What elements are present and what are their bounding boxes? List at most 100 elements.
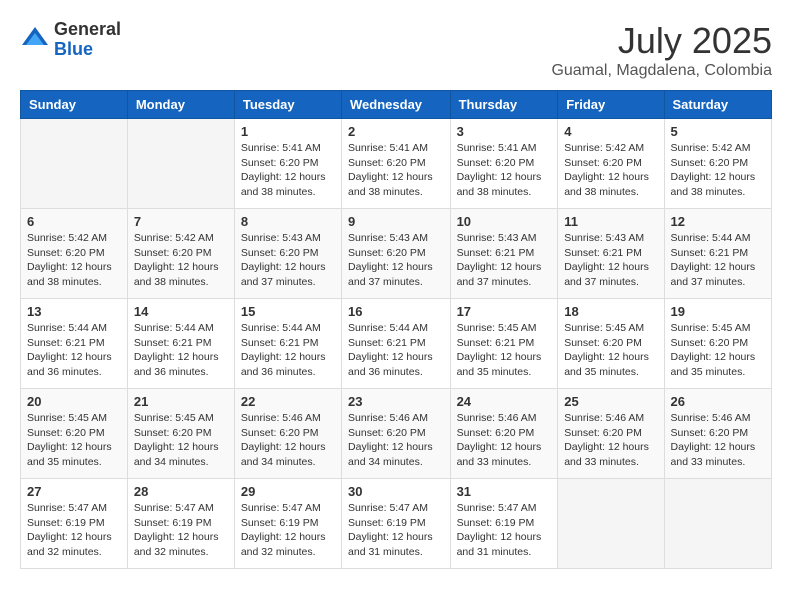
calendar-cell: 15 Sunrise: 5:44 AM Sunset: 6:21 PM Dayli… bbox=[234, 299, 341, 389]
calendar-cell: 30Sunrise: 5:47 AM Sunset: 6:19 PM Dayli… bbox=[342, 479, 451, 569]
day-info: Sunrise: 5:43 AM Sunset: 6:21 PM Dayligh… bbox=[564, 231, 657, 290]
day-number: 26 bbox=[671, 394, 765, 409]
day-info: Sunrise: 5:44 AM Sunset: 6:21 PM Dayligh… bbox=[671, 231, 765, 290]
weekday-header: Friday bbox=[558, 91, 664, 119]
calendar-cell: 2 Sunrise: 5:41 AM Sunset: 6:20 PM Daylig… bbox=[342, 119, 451, 209]
week-row: 27Sunrise: 5:47 AM Sunset: 6:19 PM Dayli… bbox=[21, 479, 772, 569]
day-info: Sunrise: 5:46 AM Sunset: 6:20 PM Dayligh… bbox=[348, 411, 444, 470]
calendar-cell: 21 Sunrise: 5:45 AM Sunset: 6:20 PM Dayli… bbox=[127, 389, 234, 479]
day-info: Sunrise: 5:42 AM Sunset: 6:20 PM Dayligh… bbox=[671, 141, 765, 200]
day-number: 10 bbox=[457, 214, 552, 229]
day-info: Sunrise: 5:45 AM Sunset: 6:20 PM Dayligh… bbox=[134, 411, 228, 470]
day-info: Sunrise: 5:47 AM Sunset: 6:19 PM Dayligh… bbox=[241, 501, 335, 560]
day-number: 16 bbox=[348, 304, 444, 319]
day-number: 22 bbox=[241, 394, 335, 409]
day-number: 1 bbox=[241, 124, 335, 139]
calendar-cell: 5 Sunrise: 5:42 AM Sunset: 6:20 PM Daylig… bbox=[664, 119, 771, 209]
day-info: Sunrise: 5:45 AM Sunset: 6:21 PM Dayligh… bbox=[457, 321, 552, 380]
week-row: 1 Sunrise: 5:41 AM Sunset: 6:20 PM Daylig… bbox=[21, 119, 772, 209]
calendar-cell: 19Sunrise: 5:45 AM Sunset: 6:20 PM Dayli… bbox=[664, 299, 771, 389]
day-info: Sunrise: 5:45 AM Sunset: 6:20 PM Dayligh… bbox=[564, 321, 657, 380]
day-number: 2 bbox=[348, 124, 444, 139]
day-number: 20 bbox=[27, 394, 121, 409]
calendar-cell: 25 Sunrise: 5:46 AM Sunset: 6:20 PM Dayli… bbox=[558, 389, 664, 479]
calendar-cell: 9 Sunrise: 5:43 AM Sunset: 6:20 PM Daylig… bbox=[342, 209, 451, 299]
day-info: Sunrise: 5:46 AM Sunset: 6:20 PM Dayligh… bbox=[457, 411, 552, 470]
day-info: Sunrise: 5:41 AM Sunset: 6:20 PM Dayligh… bbox=[241, 141, 335, 200]
location-title: Guamal, Magdalena, Colombia bbox=[551, 62, 772, 80]
calendar-cell: 12 Sunrise: 5:44 AM Sunset: 6:21 PM Dayli… bbox=[664, 209, 771, 299]
logo-general: General bbox=[54, 20, 121, 40]
day-info: Sunrise: 5:47 AM Sunset: 6:19 PM Dayligh… bbox=[27, 501, 121, 560]
calendar-cell: 27Sunrise: 5:47 AM Sunset: 6:19 PM Dayli… bbox=[21, 479, 128, 569]
day-number: 4 bbox=[564, 124, 657, 139]
day-number: 24 bbox=[457, 394, 552, 409]
weekday-header: Monday bbox=[127, 91, 234, 119]
day-info: Sunrise: 5:42 AM Sunset: 6:20 PM Dayligh… bbox=[27, 231, 121, 290]
day-info: Sunrise: 5:44 AM Sunset: 6:21 PM Dayligh… bbox=[134, 321, 228, 380]
day-info: Sunrise: 5:45 AM Sunset: 6:20 PM Dayligh… bbox=[27, 411, 121, 470]
calendar-cell: 23 Sunrise: 5:46 AM Sunset: 6:20 PM Dayli… bbox=[342, 389, 451, 479]
calendar-cell: 24 Sunrise: 5:46 AM Sunset: 6:20 PM Dayli… bbox=[450, 389, 558, 479]
weekday-header: Thursday bbox=[450, 91, 558, 119]
day-number: 11 bbox=[564, 214, 657, 229]
calendar-cell: 3Sunrise: 5:41 AM Sunset: 6:20 PM Daylig… bbox=[450, 119, 558, 209]
day-number: 21 bbox=[134, 394, 228, 409]
weekday-header: Tuesday bbox=[234, 91, 341, 119]
day-number: 28 bbox=[134, 484, 228, 499]
day-number: 5 bbox=[671, 124, 765, 139]
calendar-cell: 31Sunrise: 5:47 AM Sunset: 6:19 PM Dayli… bbox=[450, 479, 558, 569]
calendar-cell: 20 Sunrise: 5:45 AM Sunset: 6:20 PM Dayli… bbox=[21, 389, 128, 479]
calendar-cell: 18 Sunrise: 5:45 AM Sunset: 6:20 PM Dayli… bbox=[558, 299, 664, 389]
day-number: 17 bbox=[457, 304, 552, 319]
logo-icon bbox=[20, 25, 50, 55]
logo-blue: Blue bbox=[54, 40, 121, 60]
calendar-cell: 22 Sunrise: 5:46 AM Sunset: 6:20 PM Dayli… bbox=[234, 389, 341, 479]
day-number: 23 bbox=[348, 394, 444, 409]
calendar-table: SundayMondayTuesdayWednesdayThursdayFrid… bbox=[20, 90, 772, 569]
day-info: Sunrise: 5:41 AM Sunset: 6:20 PM Dayligh… bbox=[348, 141, 444, 200]
calendar-cell: 1 Sunrise: 5:41 AM Sunset: 6:20 PM Daylig… bbox=[234, 119, 341, 209]
day-number: 25 bbox=[564, 394, 657, 409]
day-info: Sunrise: 5:44 AM Sunset: 6:21 PM Dayligh… bbox=[27, 321, 121, 380]
day-info: Sunrise: 5:42 AM Sunset: 6:20 PM Dayligh… bbox=[564, 141, 657, 200]
day-number: 18 bbox=[564, 304, 657, 319]
day-number: 13 bbox=[27, 304, 121, 319]
calendar-cell: 11 Sunrise: 5:43 AM Sunset: 6:21 PM Dayli… bbox=[558, 209, 664, 299]
day-number: 8 bbox=[241, 214, 335, 229]
calendar-cell: 10 Sunrise: 5:43 AM Sunset: 6:21 PM Dayli… bbox=[450, 209, 558, 299]
day-info: Sunrise: 5:43 AM Sunset: 6:20 PM Dayligh… bbox=[241, 231, 335, 290]
calendar-cell: 28Sunrise: 5:47 AM Sunset: 6:19 PM Dayli… bbox=[127, 479, 234, 569]
day-number: 12 bbox=[671, 214, 765, 229]
day-info: Sunrise: 5:46 AM Sunset: 6:20 PM Dayligh… bbox=[671, 411, 765, 470]
day-number: 31 bbox=[457, 484, 552, 499]
weekday-header: Sunday bbox=[21, 91, 128, 119]
weekday-header-row: SundayMondayTuesdayWednesdayThursdayFrid… bbox=[21, 91, 772, 119]
calendar-cell bbox=[558, 479, 664, 569]
day-number: 15 bbox=[241, 304, 335, 319]
day-number: 7 bbox=[134, 214, 228, 229]
day-number: 29 bbox=[241, 484, 335, 499]
week-row: 13 Sunrise: 5:44 AM Sunset: 6:21 PM Dayli… bbox=[21, 299, 772, 389]
calendar-cell bbox=[664, 479, 771, 569]
calendar-cell: 13 Sunrise: 5:44 AM Sunset: 6:21 PM Dayli… bbox=[21, 299, 128, 389]
weekday-header: Saturday bbox=[664, 91, 771, 119]
week-row: 6Sunrise: 5:42 AM Sunset: 6:20 PM Daylig… bbox=[21, 209, 772, 299]
day-info: Sunrise: 5:46 AM Sunset: 6:20 PM Dayligh… bbox=[564, 411, 657, 470]
day-number: 9 bbox=[348, 214, 444, 229]
day-info: Sunrise: 5:43 AM Sunset: 6:20 PM Dayligh… bbox=[348, 231, 444, 290]
calendar-cell: 7Sunrise: 5:42 AM Sunset: 6:20 PM Daylig… bbox=[127, 209, 234, 299]
logo-text: General Blue bbox=[54, 20, 121, 60]
calendar-cell: 16 Sunrise: 5:44 AM Sunset: 6:21 PM Dayli… bbox=[342, 299, 451, 389]
calendar-cell: 26 Sunrise: 5:46 AM Sunset: 6:20 PM Dayli… bbox=[664, 389, 771, 479]
logo: General Blue bbox=[20, 20, 121, 60]
day-info: Sunrise: 5:43 AM Sunset: 6:21 PM Dayligh… bbox=[457, 231, 552, 290]
weekday-header: Wednesday bbox=[342, 91, 451, 119]
day-info: Sunrise: 5:44 AM Sunset: 6:21 PM Dayligh… bbox=[348, 321, 444, 380]
day-info: Sunrise: 5:46 AM Sunset: 6:20 PM Dayligh… bbox=[241, 411, 335, 470]
calendar-cell: 29 Sunrise: 5:47 AM Sunset: 6:19 PM Dayli… bbox=[234, 479, 341, 569]
month-title: July 2025 bbox=[551, 20, 772, 62]
calendar-cell: 4 Sunrise: 5:42 AM Sunset: 6:20 PM Daylig… bbox=[558, 119, 664, 209]
day-info: Sunrise: 5:44 AM Sunset: 6:21 PM Dayligh… bbox=[241, 321, 335, 380]
day-info: Sunrise: 5:41 AM Sunset: 6:20 PM Dayligh… bbox=[457, 141, 552, 200]
